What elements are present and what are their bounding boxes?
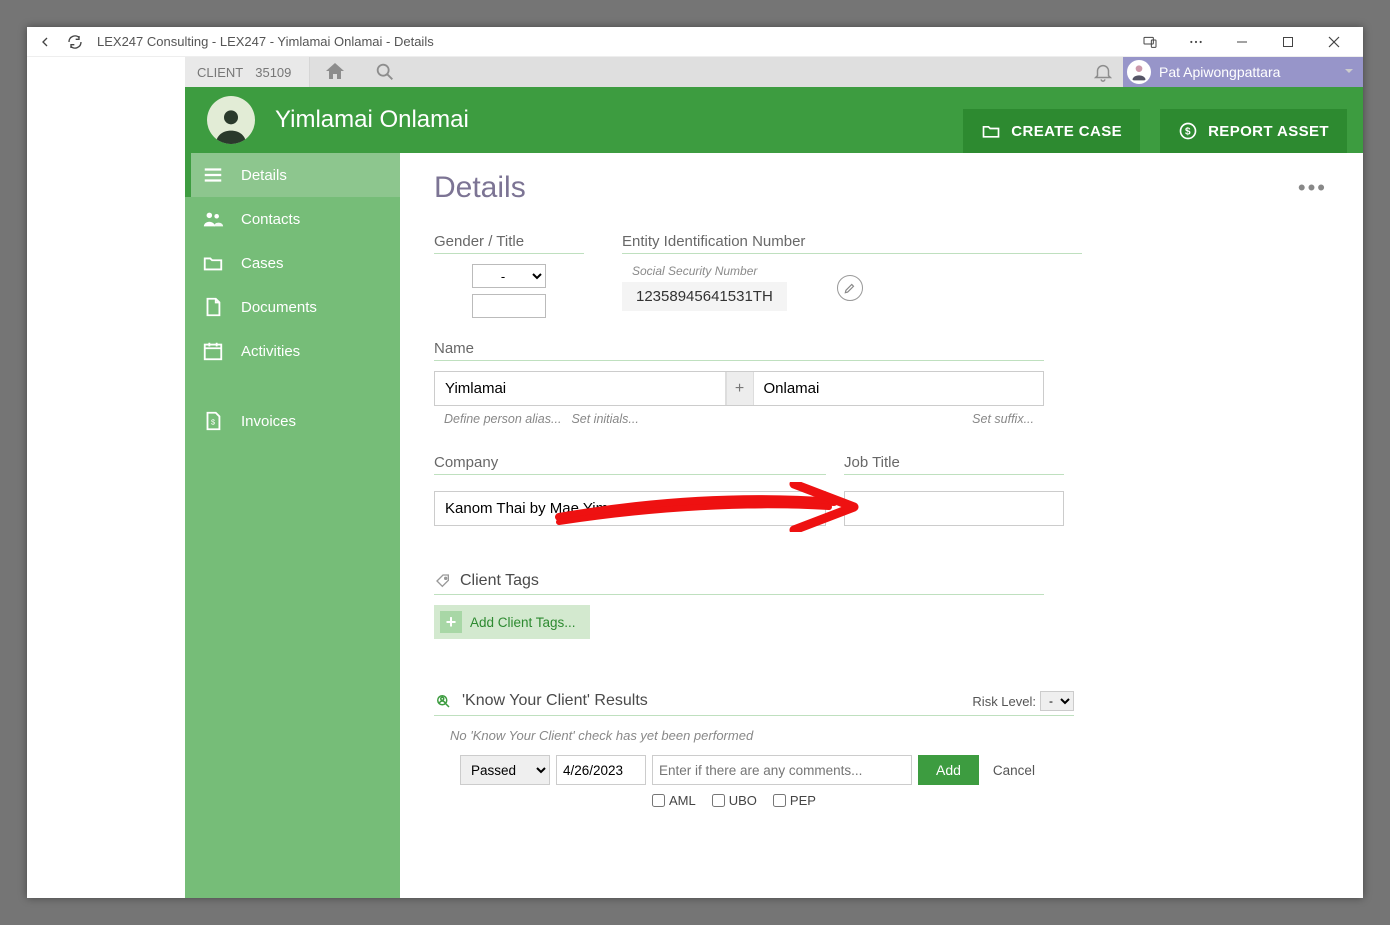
people-icon [201,207,225,231]
sidebar-item-label: Cases [241,255,284,272]
kyc-empty-note: No 'Know Your Client' check has yet been… [450,728,1074,743]
kyc-cancel-link[interactable]: Cancel [993,763,1035,778]
maximize-icon[interactable] [1265,27,1311,57]
edit-ein-button[interactable] [837,275,863,301]
document-icon [201,295,225,319]
kyc-add-button[interactable]: Add [918,755,979,785]
jobtitle-input[interactable] [844,491,1064,526]
more-actions-button[interactable]: ••• [1298,175,1327,201]
ein-label: Entity Identification Number [622,233,1082,254]
title-input[interactable] [472,294,546,318]
first-name-input[interactable] [435,372,726,405]
window-title: LEX247 Consulting - LEX247 - Yimlamai On… [97,34,1113,49]
tag-icon [434,572,452,590]
kyc-aml-checkbox[interactable]: AML [652,793,696,808]
user-menu[interactable]: Pat Apiwongpattara [1123,57,1363,87]
plus-icon: + [440,611,462,633]
search-button[interactable] [360,57,410,87]
calendar-icon [201,339,225,363]
gender-select[interactable]: - [472,264,546,288]
gender-label: Gender / Title [434,233,584,254]
name-label: Name [434,340,1044,361]
sidebar-item-label: Details [241,167,287,184]
ssn-label: Social Security Number [632,264,787,278]
main-content: ••• Details Gender / Title - Entity Iden… [400,153,1363,898]
sidebar-item-activities[interactable]: Activities [185,329,400,373]
svg-text:$: $ [1185,126,1191,137]
client-label: CLIENT [197,65,243,80]
list-icon [201,163,225,187]
invoice-icon: $ [201,409,225,433]
sidebar-item-contacts[interactable]: Contacts [185,197,400,241]
report-asset-button[interactable]: $ REPORT ASSET [1160,109,1347,153]
sidebar-item-label: Contacts [241,211,300,228]
sidebar-item-invoices[interactable]: $ Invoices [185,399,400,443]
person-avatar [207,96,255,144]
risk-level-select[interactable]: - [1040,691,1074,711]
alias-link[interactable]: Define person alias... [444,412,561,426]
kyc-comments-input[interactable] [652,755,912,785]
avatar [1127,60,1151,84]
minimize-icon[interactable] [1219,27,1265,57]
person-name: Yimlamai Onlamai [275,106,469,134]
refresh-icon[interactable] [67,34,83,50]
add-name-part-button[interactable]: + [726,372,754,405]
back-icon[interactable] [37,34,53,50]
sidebar-item-label: Invoices [241,413,296,430]
risk-label: Risk Level: [972,694,1036,709]
client-tab[interactable]: CLIENT 35109 [185,57,310,87]
kyc-icon [434,692,452,710]
create-case-button[interactable]: CREATE CASE [963,109,1140,153]
last-name-input[interactable] [754,372,1044,405]
kyc-pep-checkbox[interactable]: PEP [773,793,816,808]
create-case-label: CREATE CASE [1011,123,1122,140]
jobtitle-label: Job Title [844,454,1064,475]
chevron-down-icon [1343,64,1355,80]
company-input[interactable] [434,491,826,526]
client-tags-label: Client Tags [460,572,539,590]
user-name: Pat Apiwongpattara [1159,64,1280,80]
sidebar-item-cases[interactable]: Cases [185,241,400,285]
topbar: CLIENT 35109 Pat Apiwongpattara [185,57,1363,87]
client-id: 35109 [255,65,291,80]
add-tags-label: Add Client Tags... [470,615,576,630]
kyc-date-input[interactable] [556,755,646,785]
home-button[interactable] [310,57,360,87]
sidebar: Details Contacts Cases Documents Activit… [185,153,400,898]
notifications-icon[interactable] [1083,57,1123,87]
suffix-link[interactable]: Set suffix... [972,412,1034,426]
ssn-value: 12358945641531TH [622,282,787,311]
sidebar-item-details[interactable]: Details [185,153,400,197]
sidebar-item-label: Documents [241,299,317,316]
titlebar: LEX247 Consulting - LEX247 - Yimlamai On… [27,27,1363,57]
svg-text:$: $ [211,418,215,427]
page-title: Details [434,171,1329,205]
initials-link[interactable]: Set initials... [571,412,638,426]
record-header: Yimlamai Onlamai CREATE CASE $ REPORT AS… [185,87,1363,153]
kyc-label: 'Know Your Client' Results [462,692,648,710]
more-icon[interactable] [1173,27,1219,57]
close-icon[interactable] [1311,27,1357,57]
app-window: LEX247 Consulting - LEX247 - Yimlamai On… [27,27,1363,898]
report-asset-label: REPORT ASSET [1208,123,1329,140]
kyc-ubo-checkbox[interactable]: UBO [712,793,757,808]
folder-icon [201,251,225,275]
sidebar-item-label: Activities [241,343,300,360]
kyc-status-select[interactable]: Passed [460,755,550,785]
sidebar-item-documents[interactable]: Documents [185,285,400,329]
devices-icon[interactable] [1127,27,1173,57]
company-label: Company [434,454,826,475]
add-client-tags-button[interactable]: + Add Client Tags... [434,605,590,639]
